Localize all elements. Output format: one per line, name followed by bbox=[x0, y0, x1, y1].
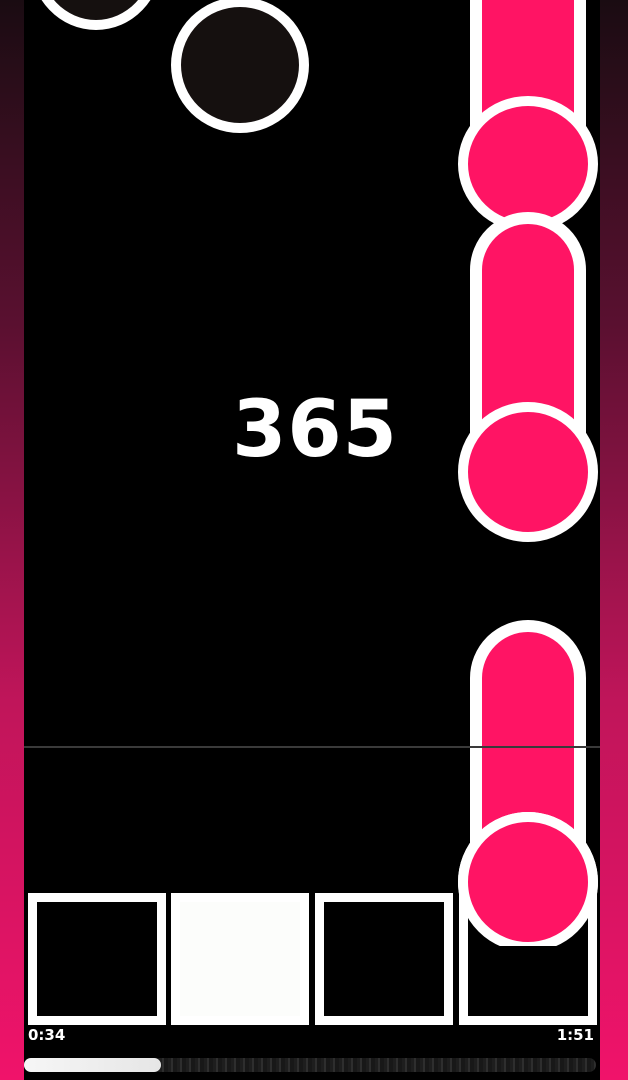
total-time: 1:51 bbox=[556, 1026, 594, 1044]
lane-key-3[interactable] bbox=[315, 893, 453, 1025]
right-gradient-border bbox=[600, 0, 628, 1080]
lane-key-1[interactable] bbox=[28, 893, 166, 1025]
dark-note bbox=[171, 0, 309, 133]
left-gradient-border bbox=[0, 0, 24, 1080]
lane-key-2[interactable] bbox=[171, 893, 309, 1025]
hold-note-head-overlay bbox=[458, 812, 598, 952]
lane-key-4-inner bbox=[468, 946, 588, 1016]
elapsed-time: 0:34 bbox=[28, 1026, 66, 1044]
score-counter: 365 bbox=[232, 385, 398, 475]
judgement-line bbox=[24, 746, 600, 748]
song-progress-fill bbox=[24, 1058, 161, 1072]
hold-note-head bbox=[458, 402, 598, 542]
